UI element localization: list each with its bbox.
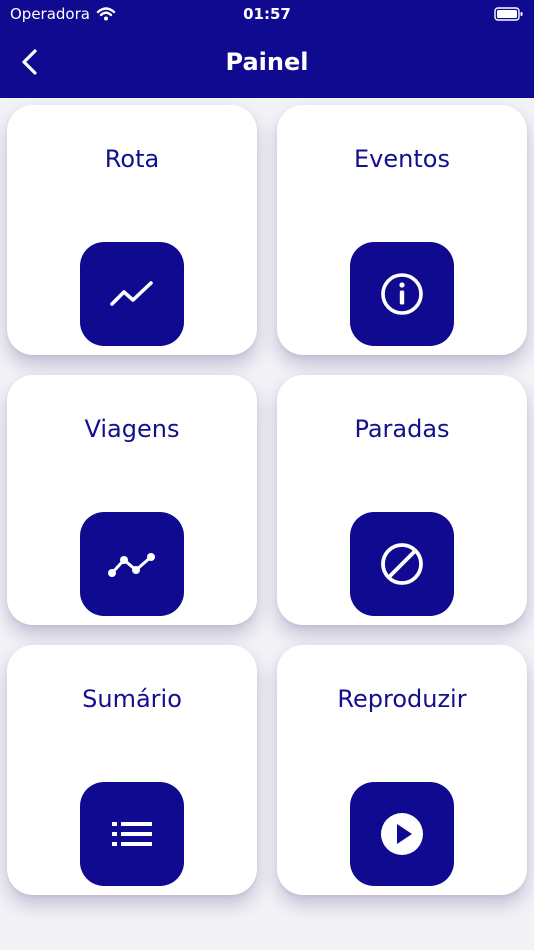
card-sumario[interactable]: Sumário	[7, 645, 257, 895]
trend-line-icon	[110, 281, 153, 306]
card-label: Reproduzir	[337, 685, 467, 713]
card-icon-tile	[350, 512, 454, 616]
status-time: 01:57	[243, 5, 291, 23]
play-icon	[381, 813, 423, 855]
info-icon	[381, 273, 423, 315]
card-label: Rota	[104, 145, 160, 173]
card-icon-tile	[80, 512, 184, 616]
card-eventos[interactable]: Eventos	[277, 105, 527, 355]
card-label: Sumário	[82, 685, 182, 713]
card-label: Eventos	[354, 145, 450, 173]
status-bar: Operadora 01:57	[0, 0, 534, 30]
card-icon-tile	[80, 782, 184, 886]
card-label: Viagens	[84, 415, 180, 443]
battery-icon	[494, 7, 523, 21]
card-icon-tile	[80, 242, 184, 346]
list-icon	[112, 822, 152, 846]
route-points-icon	[108, 553, 155, 577]
card-reproduzir[interactable]: Reproduzir	[277, 645, 527, 895]
app-screen: Operadora 01:57 Painel Rota Eventos Viag…	[0, 0, 534, 950]
navigation-bar: Operadora 01:57 Painel	[0, 0, 534, 98]
card-paradas[interactable]: Paradas	[277, 375, 527, 625]
card-icon-tile	[350, 782, 454, 886]
card-icon-tile	[350, 242, 454, 346]
card-rota[interactable]: Rota	[7, 105, 257, 355]
block-icon	[381, 543, 423, 585]
card-label: Paradas	[354, 415, 450, 443]
card-viagens[interactable]: Viagens	[7, 375, 257, 625]
page-title: Painel	[225, 48, 309, 76]
